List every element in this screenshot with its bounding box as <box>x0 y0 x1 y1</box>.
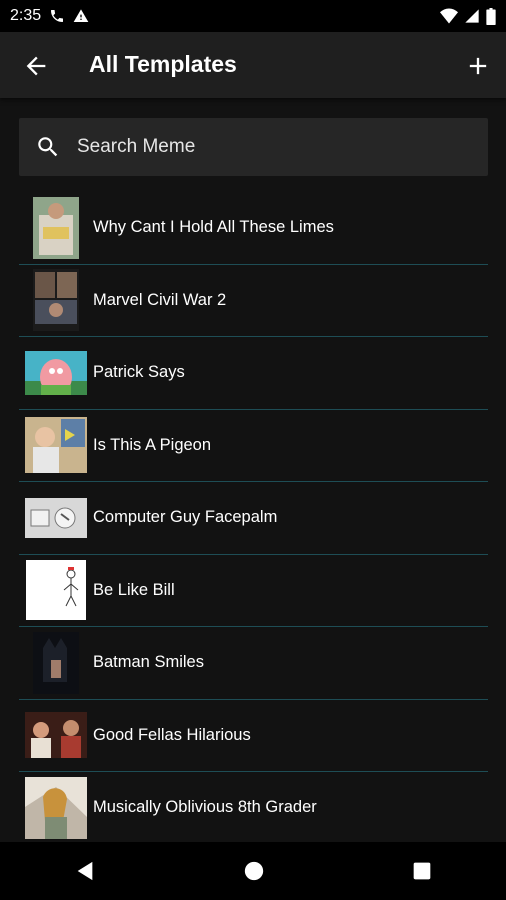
template-title: Is This A Pigeon <box>93 435 212 454</box>
thumbnail <box>25 196 87 259</box>
list-item[interactable]: Musically Oblivious 8th Grader <box>19 772 488 845</box>
battery-icon <box>486 7 496 25</box>
list-item[interactable]: Why Cant I Hold All These Limes <box>19 192 488 265</box>
thumbnail <box>25 487 87 549</box>
list-item[interactable]: Be Like Bill <box>19 555 488 627</box>
nav-back-icon[interactable] <box>74 860 96 882</box>
template-title: Marvel Civil War 2 <box>93 290 227 309</box>
list-item[interactable]: Good Fellas Hilarious <box>19 700 488 772</box>
warning-icon <box>73 9 89 22</box>
list-item[interactable]: Batman Smiles <box>19 627 488 700</box>
page-title: All Templates <box>89 51 237 77</box>
list-item[interactable]: Computer Guy Facepalm <box>19 482 488 555</box>
wifi-icon <box>440 8 458 24</box>
list-item[interactable]: Patrick Says <box>19 337 488 410</box>
signal-icon <box>465 9 479 23</box>
template-title: Be Like Bill <box>93 580 175 599</box>
status-time: 2:35 <box>10 7 42 24</box>
template-title: Good Fellas Hilarious <box>93 725 251 744</box>
thumbnail <box>25 776 87 839</box>
thumbnail <box>25 342 87 404</box>
phone-icon <box>51 10 64 22</box>
system-nav-bar <box>0 842 506 900</box>
app-bar: All Templates <box>0 32 506 98</box>
back-arrow-icon[interactable] <box>22 52 50 80</box>
template-list: Why Cant I Hold All These Limes Marvel C… <box>19 192 488 845</box>
list-item[interactable]: Marvel Civil War 2 <box>19 265 488 337</box>
search-placeholder: Search Meme <box>77 136 196 157</box>
nav-home-icon[interactable] <box>243 860 265 882</box>
add-icon[interactable] <box>464 52 492 80</box>
thumbnail <box>25 631 87 694</box>
nav-recents-icon[interactable] <box>412 861 432 881</box>
thumbnail <box>25 559 87 621</box>
template-title: Musically Oblivious 8th Grader <box>93 798 317 817</box>
template-title: Batman Smiles <box>93 653 204 672</box>
template-title: Why Cant I Hold All These Limes <box>93 218 334 237</box>
list-item[interactable]: Is This A Pigeon <box>19 410 488 482</box>
search-bar[interactable]: Search Meme <box>19 118 488 176</box>
thumbnail <box>25 704 87 766</box>
thumbnail <box>25 269 87 332</box>
search-icon <box>38 137 58 157</box>
template-title: Patrick Says <box>93 363 185 382</box>
thumbnail <box>25 414 87 476</box>
status-bar: 2:35 <box>0 0 506 32</box>
template-title: Computer Guy Facepalm <box>93 508 278 527</box>
